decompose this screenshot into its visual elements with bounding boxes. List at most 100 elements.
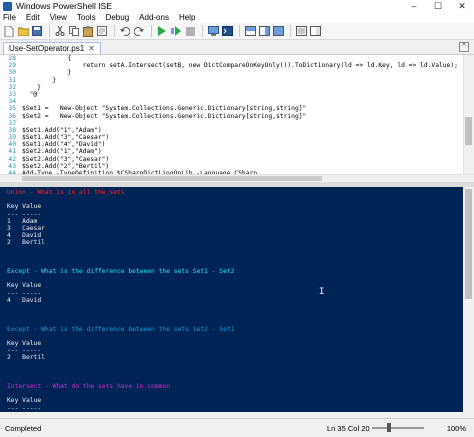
clear-console-icon[interactable]	[96, 25, 108, 37]
line-number: 38	[8, 126, 16, 134]
code-text: }	[22, 69, 72, 77]
editor-vertical-scrollbar[interactable]	[463, 55, 474, 175]
show-command-addon-icon[interactable]	[309, 25, 321, 37]
layout-script-right-icon[interactable]	[258, 25, 270, 37]
copy-icon[interactable]	[68, 25, 80, 37]
zoom-slider-thumb[interactable]	[387, 423, 391, 432]
console-line: 4 David	[7, 296, 42, 304]
title-bar: Windows PowerShell ISE – ☐ ✕	[0, 0, 474, 12]
editor-hscroll-thumb[interactable]	[22, 176, 322, 181]
console-line: 1 Adam	[7, 217, 38, 225]
code-line: 34	[0, 98, 462, 105]
start-powershell-icon[interactable]	[221, 25, 233, 37]
save-icon[interactable]	[31, 25, 43, 37]
code-text: $Set1.Add("3","Caesar")	[22, 134, 110, 142]
console-line: Key Value	[7, 282, 42, 290]
console-line: 2 Bertil	[7, 354, 45, 362]
tab-label: Use-SetOperator.ps1	[9, 44, 85, 53]
line-number: 34	[8, 98, 16, 106]
redo-icon[interactable]	[133, 25, 145, 37]
close-tab-icon[interactable]: ✕	[88, 44, 95, 53]
script-tab-strip: Use-SetOperator.ps1 ✕ ^	[0, 40, 474, 54]
open-folder-icon[interactable]	[17, 25, 29, 37]
line-number: 28	[8, 55, 16, 62]
line-number: 39	[8, 134, 16, 142]
paste-icon[interactable]	[82, 25, 94, 37]
code-text: $Set2 = New-Object "System.Collections.G…	[22, 112, 307, 120]
code-line: 37	[0, 120, 462, 127]
show-script-pane-icon[interactable]	[295, 25, 307, 37]
cut-icon[interactable]	[54, 25, 66, 37]
layout-maximize-script-icon[interactable]	[272, 25, 284, 37]
layout-script-top-icon[interactable]	[244, 25, 256, 37]
new-file-icon[interactable]	[3, 25, 15, 37]
editor-horizontal-scrollbar[interactable]	[0, 174, 474, 182]
code-line: 31 }	[0, 77, 462, 84]
menu-file[interactable]: File	[3, 13, 16, 22]
line-number: 36	[8, 112, 16, 120]
console-line: Except - What is the difference between …	[7, 325, 235, 333]
stop-icon[interactable]	[184, 25, 196, 37]
console-pane[interactable]: Union - What is in all the sets Key Value…	[0, 187, 474, 412]
zoom-level: 100%	[446, 423, 466, 433]
code-text: $Set2.Add("3","Caesar")	[22, 155, 110, 163]
undo-icon[interactable]	[119, 25, 131, 37]
code-text: $Set2.Add("2","Bertil")	[22, 162, 110, 170]
code-line: 33 "@	[0, 91, 462, 98]
zoom-slider[interactable]	[372, 427, 424, 429]
run-selection-icon[interactable]	[170, 25, 182, 37]
line-number: 37	[8, 119, 16, 127]
console-line: --- -----	[7, 210, 42, 218]
line-number: 31	[8, 76, 16, 84]
code-text: {	[22, 55, 72, 62]
toolbar-separator	[202, 25, 203, 37]
menu-help[interactable]: Help	[179, 13, 195, 22]
code-text: return setA.Intersect(setB, new DictComp…	[22, 62, 458, 70]
code-line: 40 $Set1.Add("4","David")	[0, 141, 462, 148]
status-text: Completed	[5, 423, 42, 433]
text-cursor-icon: I	[319, 287, 325, 297]
run-script-icon[interactable]	[156, 25, 168, 37]
maximize-button[interactable]: ☐	[426, 0, 450, 12]
line-number: 40	[8, 141, 16, 149]
console-vertical-scrollbar[interactable]	[463, 187, 474, 412]
new-remote-tab-icon[interactable]	[207, 25, 219, 37]
toolbar-separator	[114, 25, 115, 37]
menu-tools[interactable]: Tools	[77, 13, 96, 22]
close-window-button[interactable]: ✕	[450, 0, 474, 12]
tab-use-setoperator[interactable]: Use-SetOperator.ps1 ✕	[3, 42, 101, 54]
code-text: $Set2.Add("1","Adam")	[22, 148, 102, 156]
toggle-script-pane-icon[interactable]: ^	[459, 42, 469, 52]
menu-edit[interactable]: Edit	[26, 13, 40, 22]
console-scroll-thumb[interactable]	[465, 189, 472, 299]
script-editor[interactable]: 28 {29 return setA.Intersect(setB, new D…	[0, 54, 474, 182]
menu-view[interactable]: View	[50, 13, 67, 22]
code-line: 36 $Set2 = New-Object "System.Collections…	[0, 113, 462, 120]
code-line: 42 $Set2.Add("3","Caesar")	[0, 156, 462, 163]
code-line: 29 return setA.Intersect(setB, new DictC…	[0, 62, 462, 69]
status-bar: Completed Ln 35 Col 20 100%	[0, 418, 474, 437]
console-line: Union - What is in all the sets	[7, 189, 125, 196]
editor-scroll-thumb[interactable]	[465, 117, 472, 145]
console-output: Union - What is in all the sets Key Value…	[7, 189, 462, 412]
menu-addons[interactable]: Add-ons	[139, 13, 169, 22]
code-text: "@	[22, 90, 38, 98]
code-line: 32 }	[0, 84, 462, 91]
line-number: 29	[8, 62, 16, 70]
minimize-button[interactable]: –	[402, 0, 426, 12]
powershell-app-icon	[3, 1, 12, 11]
console-line: Key Value	[7, 339, 42, 347]
menu-debug[interactable]: Debug	[106, 13, 130, 22]
line-number: 41	[8, 148, 16, 156]
